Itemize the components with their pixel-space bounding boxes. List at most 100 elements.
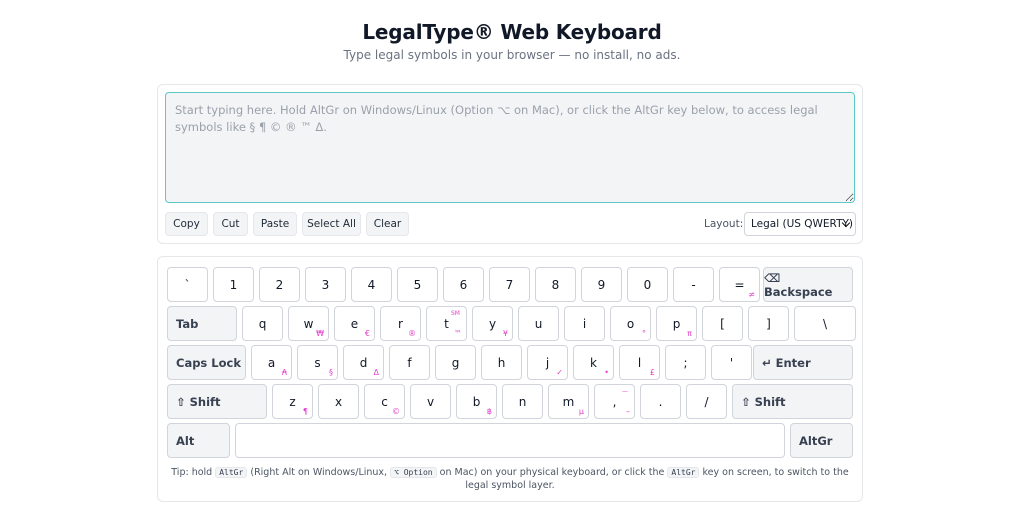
key-4[interactable]: 4 xyxy=(351,267,392,302)
key-label: ↵ Enter xyxy=(762,355,811,370)
cut-button[interactable]: Cut xyxy=(213,212,248,236)
key-alt-symbol: ₳ xyxy=(281,368,287,377)
key-a[interactable]: a ₳ xyxy=(251,345,292,380)
key-q[interactable]: q xyxy=(242,306,283,341)
key-7[interactable]: 7 xyxy=(489,267,530,302)
key-d[interactable]: dΔ xyxy=(343,345,384,380)
key-11[interactable]: - xyxy=(673,267,714,302)
key-alt-symbol: µ xyxy=(578,407,584,416)
key-4[interactable]: b ฿ xyxy=(456,384,497,419)
key-label: ] xyxy=(766,316,771,331)
key-alt-symbol: • xyxy=(604,368,609,377)
key-alt-symbol: £ xyxy=(649,368,655,377)
key-7[interactable]: , – — xyxy=(594,384,635,419)
copy-button[interactable]: Copy xyxy=(165,212,208,236)
key-label: f xyxy=(407,355,412,370)
key-[[interactable]: [ xyxy=(702,306,743,341)
page-title: LegalType® Web Keyboard xyxy=(362,20,662,44)
enter-key[interactable]: ↵ Enter xyxy=(753,345,853,380)
key-label: AltGr xyxy=(799,433,833,448)
key-l[interactable]: l £ xyxy=(619,345,660,380)
shift-left-key[interactable]: ⇧ Shift xyxy=(167,384,267,419)
editor-textarea[interactable] xyxy=(165,92,855,203)
key-e[interactable]: e € xyxy=(334,306,375,341)
key-label: j xyxy=(545,355,550,370)
backspace-key[interactable]: ⌫ Backspace xyxy=(763,267,853,302)
key-u[interactable]: u xyxy=(518,306,559,341)
key-label: Alt xyxy=(176,433,195,448)
key-6[interactable]: mµ xyxy=(548,384,589,419)
key-3[interactable]: v xyxy=(410,384,451,419)
page-subtitle: Type legal symbols in your browser — no … xyxy=(343,48,681,62)
altgr-key[interactable]: AltGr xyxy=(790,423,853,458)
key-2[interactable]: c © xyxy=(364,384,405,419)
key-alt-symbol: © xyxy=(392,407,400,416)
key-5[interactable]: 5 xyxy=(397,267,438,302)
key-0[interactable]: z ¶ xyxy=(272,384,313,419)
tip-code: AltGr xyxy=(667,467,700,478)
select-all-button[interactable]: Select All xyxy=(302,212,361,236)
key-1[interactable]: x xyxy=(318,384,359,419)
key-1[interactable]: 1 xyxy=(213,267,254,302)
tip-code: AltGr xyxy=(215,467,248,478)
key-alt-symbol-top: SM xyxy=(451,310,460,317)
space-key[interactable] xyxy=(235,423,785,458)
key-\[interactable]: \ xyxy=(794,306,856,341)
key-alt-symbol: § xyxy=(329,368,333,377)
key-0[interactable]: ` xyxy=(167,267,208,302)
key-alt-symbol: – xyxy=(626,407,630,416)
key-9[interactable]: 9 xyxy=(581,267,622,302)
key-alt-symbol: ₩ xyxy=(316,329,324,338)
key-f[interactable]: f xyxy=(389,345,430,380)
key-p[interactable]: pπ xyxy=(656,306,697,341)
key-label: z xyxy=(289,394,296,409)
key-8[interactable]: . xyxy=(640,384,681,419)
paste-button[interactable]: Paste xyxy=(253,212,297,236)
key-alt-symbol: Δ xyxy=(373,368,379,377)
key-label: 5 xyxy=(413,277,422,292)
key-label: w xyxy=(303,316,314,331)
key-6[interactable]: 6 xyxy=(443,267,484,302)
key-5[interactable]: n xyxy=(502,384,543,419)
alt-key[interactable]: Alt xyxy=(167,423,230,458)
key-'[interactable]: ' xyxy=(711,345,752,380)
key-g[interactable]: g xyxy=(435,345,476,380)
key-alt-symbol: ™ xyxy=(454,329,462,338)
key-o[interactable]: o ° xyxy=(610,306,651,341)
caps-lock-key[interactable]: Caps Lock xyxy=(167,345,246,380)
key-t[interactable]: t ™ SM xyxy=(426,306,467,341)
key-y[interactable]: y ¥ xyxy=(472,306,513,341)
key-alt-symbol: ≠ xyxy=(748,290,755,299)
tab-key[interactable]: Tab xyxy=(167,306,237,341)
key-label: g xyxy=(451,355,460,370)
key-label: - xyxy=(691,277,696,292)
key-;[interactable]: ; xyxy=(665,345,706,380)
key-i[interactable]: i xyxy=(564,306,605,341)
key-label: c xyxy=(381,394,388,409)
key-3[interactable]: 3 xyxy=(305,267,346,302)
key-label: p xyxy=(672,316,681,331)
key-j[interactable]: j ✓ xyxy=(527,345,568,380)
key-2[interactable]: 2 xyxy=(259,267,300,302)
key-8[interactable]: 8 xyxy=(535,267,576,302)
shift-right-key[interactable]: ⇧ Shift xyxy=(732,384,853,419)
key-w[interactable]: w ₩ xyxy=(288,306,329,341)
key-10[interactable]: 0 xyxy=(627,267,668,302)
key-9[interactable]: / xyxy=(686,384,727,419)
key-12[interactable]: = ≠ xyxy=(719,267,760,302)
key-label: b xyxy=(472,394,481,409)
key-][interactable]: ] xyxy=(748,306,789,341)
key-label: k xyxy=(590,355,597,370)
clear-button[interactable]: Clear xyxy=(366,212,409,236)
key-h[interactable]: h xyxy=(481,345,522,380)
key-alt-symbol: π xyxy=(687,329,692,338)
key-s[interactable]: s § xyxy=(297,345,338,380)
key-label: ⌫ Backspace xyxy=(764,270,833,299)
key-label: l xyxy=(637,355,642,370)
key-r[interactable]: r ® xyxy=(380,306,421,341)
key-label: [ xyxy=(720,316,725,331)
key-label: \ xyxy=(822,316,828,331)
tip-part: (Right Alt on Windows/Linux, xyxy=(250,467,388,478)
key-k[interactable]: k • xyxy=(573,345,614,380)
layout-select[interactable]: Legal (US QWERTY) xyxy=(744,212,856,236)
